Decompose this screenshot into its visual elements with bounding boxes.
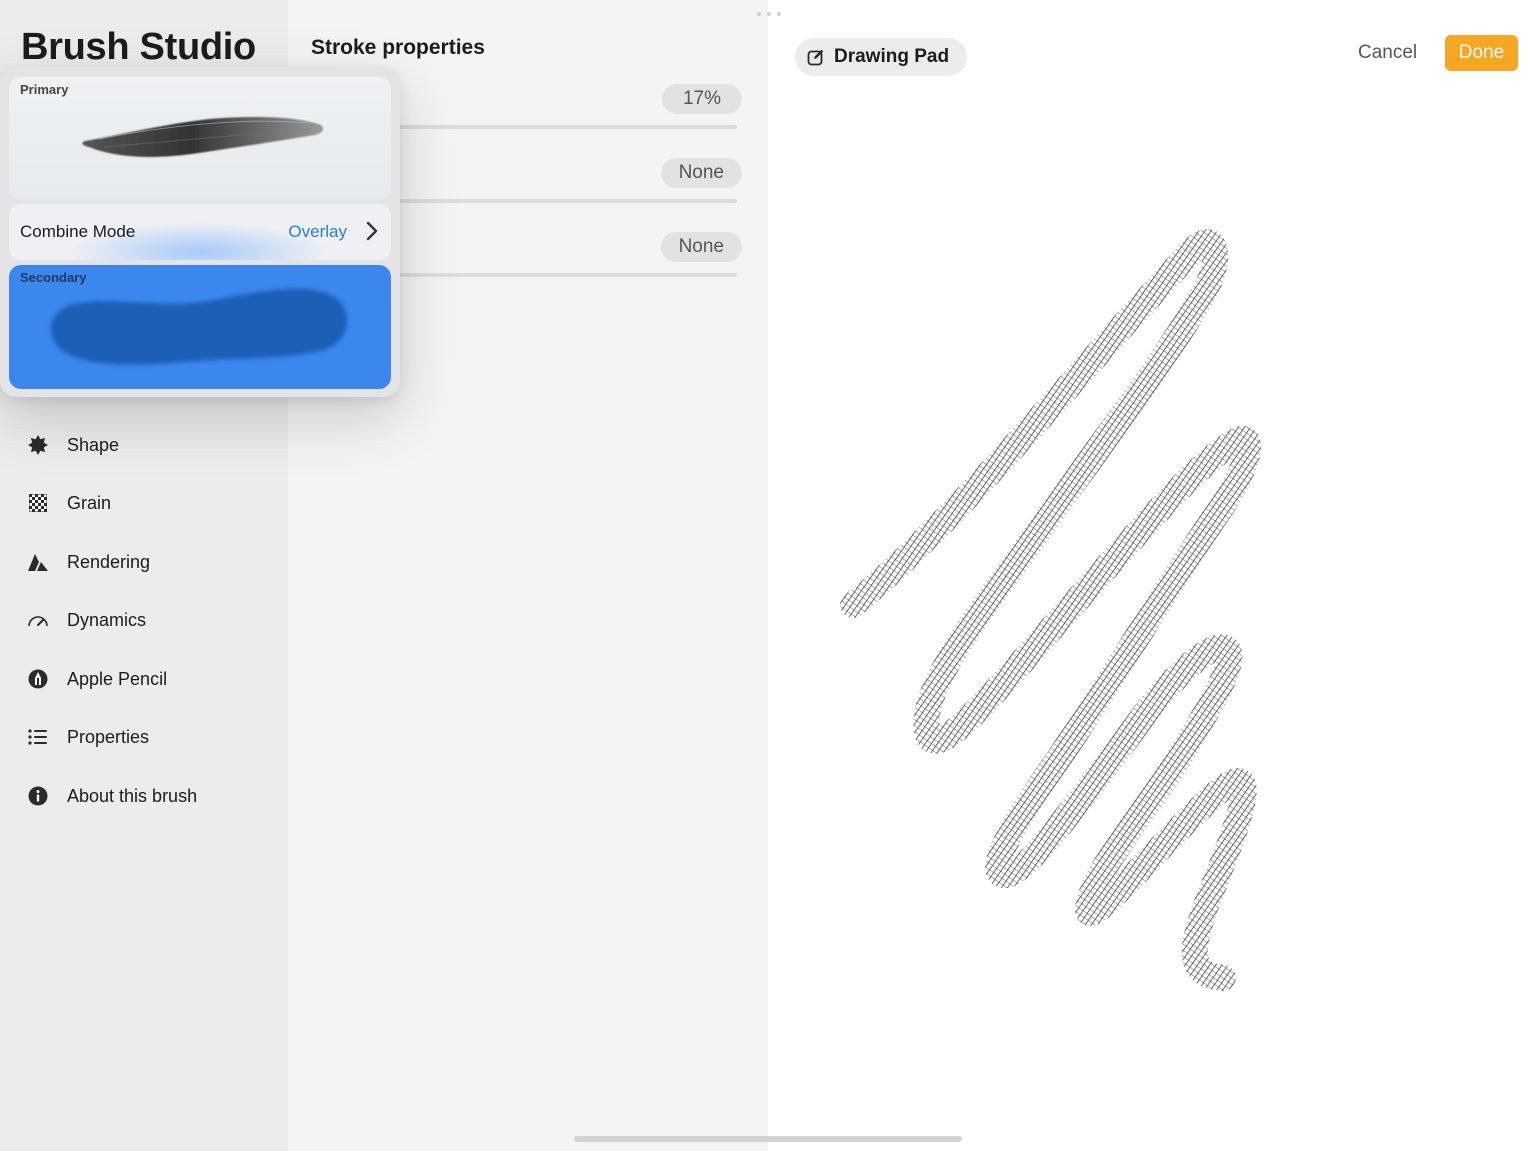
sidebar-item-about[interactable]: About this brush bbox=[0, 771, 288, 821]
sidebar-item-label: About this brush bbox=[67, 785, 198, 806]
multitasking-dots[interactable] bbox=[757, 12, 781, 16]
grain-icon bbox=[27, 492, 49, 514]
source-popover: Primary Combine Mode Overlay Secondary bbox=[0, 67, 400, 397]
sidebar-item-apple-pencil[interactable]: Apple Pencil bbox=[0, 654, 288, 704]
apple-pencil-icon bbox=[27, 668, 49, 690]
chevron-right-icon bbox=[366, 221, 378, 241]
combine-mode-value[interactable]: Overlay bbox=[288, 222, 347, 242]
sidebar-item-dynamics[interactable]: Dynamics bbox=[0, 595, 288, 645]
properties-icon bbox=[27, 726, 49, 748]
slider-track[interactable] bbox=[388, 199, 737, 203]
value-pill[interactable]: None bbox=[660, 158, 742, 188]
sketch-stroke bbox=[840, 229, 1262, 991]
sidebar-item-label: Rendering bbox=[67, 551, 151, 572]
primary-brush-card[interactable]: Primary bbox=[9, 77, 391, 199]
secondary-stroke-preview bbox=[51, 288, 348, 365]
sidebar-item-label: Apple Pencil bbox=[67, 668, 168, 689]
slider-track[interactable] bbox=[388, 273, 737, 277]
sidebar-item-label: Grain bbox=[67, 492, 112, 513]
home-indicator bbox=[574, 1136, 962, 1142]
dynamics-icon bbox=[27, 609, 49, 631]
primary-stroke-preview bbox=[82, 117, 323, 157]
drawing-canvas[interactable]: Drawing Pad Cancel Done bbox=[768, 0, 1536, 1151]
combine-mode-label: Combine Mode bbox=[20, 222, 136, 241]
sidebar-item-label: Properties bbox=[67, 726, 150, 747]
sidebar-item-properties[interactable]: Properties bbox=[0, 712, 288, 762]
app-title: Brush Studio bbox=[21, 26, 256, 68]
value-pill[interactable]: None bbox=[660, 232, 742, 262]
sidebar-item-label: Shape bbox=[67, 434, 120, 455]
slider-track[interactable] bbox=[388, 125, 737, 129]
sidebar-item-label: Dynamics bbox=[67, 609, 147, 630]
secondary-brush-card[interactable]: Secondary bbox=[9, 265, 391, 389]
info-icon bbox=[27, 785, 49, 807]
shape-icon bbox=[27, 434, 49, 456]
sidebar-item-rendering[interactable]: Rendering bbox=[0, 537, 288, 587]
section-title: Stroke properties bbox=[311, 36, 485, 59]
sidebar-item-grain[interactable]: Grain bbox=[0, 478, 288, 528]
value-pill[interactable]: 17% bbox=[662, 84, 742, 114]
combine-mode-row[interactable]: Combine Mode Overlay bbox=[9, 204, 391, 260]
rendering-icon bbox=[27, 551, 49, 573]
sidebar-item-shape[interactable]: Shape bbox=[0, 420, 288, 470]
